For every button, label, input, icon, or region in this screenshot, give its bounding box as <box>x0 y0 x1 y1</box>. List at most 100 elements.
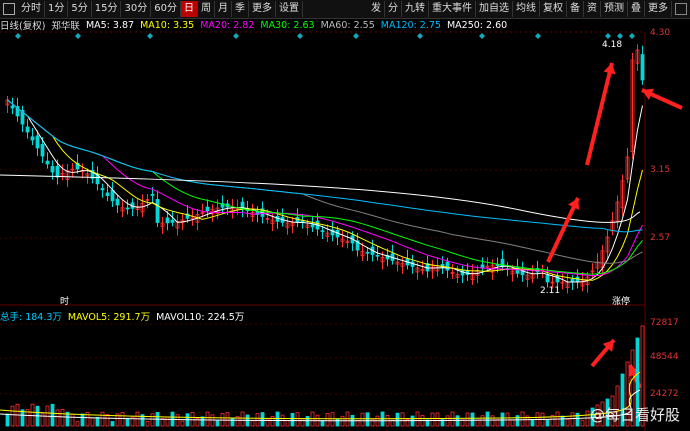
volume-bar-18 <box>95 416 100 427</box>
limit-up-marker: 涨停 <box>612 297 631 307</box>
candle-body-6 <box>35 135 40 149</box>
volume-bar-54 <box>275 411 280 427</box>
volume-bar-44 <box>225 412 230 427</box>
volume-bar-56 <box>285 420 290 427</box>
candlestick-chart[interactable] <box>0 0 690 431</box>
candle-body-72 <box>365 251 370 254</box>
volume-total: 总手: 184.3万 <box>0 312 62 323</box>
volume-bar-49 <box>250 420 255 427</box>
volume-bar-66 <box>335 418 340 427</box>
time-marker: 时 <box>60 297 70 307</box>
vol-axis-low: 24272 <box>650 389 679 399</box>
candle-body-33 <box>170 219 175 223</box>
volume-bar-114 <box>575 412 580 427</box>
volume-bar-112 <box>565 418 570 427</box>
mavol10-value: MAVOL10: 224.5万 <box>156 312 245 323</box>
event-marker-8 <box>535 33 541 39</box>
volume-bar-23 <box>120 411 125 427</box>
price-axis-low: 2.57 <box>650 233 671 243</box>
volume-bar-47 <box>240 411 245 427</box>
volume-bar-5 <box>30 403 35 427</box>
price-axis-top: 4.30 <box>650 28 671 38</box>
volume-bar-72 <box>365 412 370 427</box>
event-marker-1 <box>75 33 81 39</box>
volume-bar-113 <box>570 412 575 427</box>
low-annotation: 2.11 <box>540 286 561 296</box>
ma120-line <box>7 99 643 233</box>
volume-bar-24 <box>125 417 130 427</box>
volume-bar-97 <box>490 415 495 427</box>
volume-bar-59 <box>300 418 305 427</box>
volume-bar-105 <box>530 419 535 427</box>
volume-bar-98 <box>495 419 500 427</box>
volume-bar-93 <box>470 412 475 427</box>
volume-bar-35 <box>180 420 185 427</box>
volume-bar-39 <box>200 416 205 427</box>
volume-bar-79 <box>400 412 405 427</box>
candle-body-59 <box>300 220 305 223</box>
candle-body-4 <box>25 126 30 133</box>
volume-bar-29 <box>150 413 155 427</box>
candle-body-63 <box>320 230 325 233</box>
ma60-line <box>7 99 643 264</box>
volume-bar-86 <box>435 412 440 427</box>
event-marker-11 <box>629 33 635 39</box>
mavol5-value: MAVOL5: 291.7万 <box>67 312 151 323</box>
volume-bar-64 <box>325 412 330 427</box>
candle-body-1 <box>10 105 15 109</box>
vol-axis-top: 72817 <box>650 318 679 328</box>
volume-bar-78 <box>395 412 400 427</box>
volume-bar-52 <box>265 418 270 427</box>
candle-body-88 <box>445 261 450 271</box>
volume-bar-28 <box>145 420 150 427</box>
candle-body-29 <box>150 194 155 196</box>
arrow-2-shaft <box>585 62 614 166</box>
volume-bar-101 <box>510 419 515 427</box>
candle-body-30 <box>155 199 160 223</box>
price-axis-mid: 3.15 <box>650 165 671 175</box>
candle-body-20 <box>105 192 110 197</box>
volume-bar-19 <box>100 411 105 427</box>
watermark: @每日看好股 <box>589 406 680 424</box>
volume-bar-111 <box>560 415 565 427</box>
volume-legend: 总手: 184.3万 MAVOL5: 291.7万 MAVOL10: 224.5… <box>0 309 250 323</box>
candle-body-8 <box>45 160 50 165</box>
volume-bar-115 <box>580 419 585 427</box>
candle-body-61 <box>310 224 315 228</box>
volume-bar-10 <box>55 409 60 427</box>
volume-bar-89 <box>450 411 455 427</box>
event-marker-0 <box>15 33 21 39</box>
volume-bar-1 <box>10 405 15 427</box>
volume-bar-95 <box>480 415 485 427</box>
volume-bar-63 <box>320 420 325 427</box>
volume-bar-21 <box>110 421 115 427</box>
event-marker-7 <box>479 33 485 39</box>
volume-bar-50 <box>255 413 260 427</box>
volume-bar-65 <box>330 412 335 427</box>
volume-bar-32 <box>165 416 170 427</box>
candle-body-22 <box>115 198 120 206</box>
volume-bar-96 <box>485 411 490 427</box>
volume-bar-57 <box>290 413 295 427</box>
volume-bar-85 <box>430 412 435 427</box>
candle-body-74 <box>375 254 380 257</box>
candle-body-127 <box>640 54 645 81</box>
event-marker-10 <box>617 33 623 39</box>
volume-bar-71 <box>360 412 365 427</box>
event-marker-4 <box>297 33 303 39</box>
volume-bar-102 <box>515 415 520 427</box>
candle-body-7 <box>40 143 45 157</box>
high-annotation: 4.18 <box>602 40 623 50</box>
candle-body-10 <box>55 165 60 178</box>
event-marker-2 <box>147 33 153 39</box>
candle-body-5 <box>30 136 35 141</box>
event-marker-3 <box>233 33 239 39</box>
volume-bar-42 <box>215 420 220 427</box>
volume-bar-103 <box>520 411 525 427</box>
volume-bar-0 <box>5 413 10 427</box>
volume-bar-15 <box>80 413 85 427</box>
mavol5-line <box>0 371 641 420</box>
volume-bar-20 <box>105 414 110 427</box>
volume-bar-9 <box>50 403 55 427</box>
candle-body-40 <box>205 206 210 212</box>
